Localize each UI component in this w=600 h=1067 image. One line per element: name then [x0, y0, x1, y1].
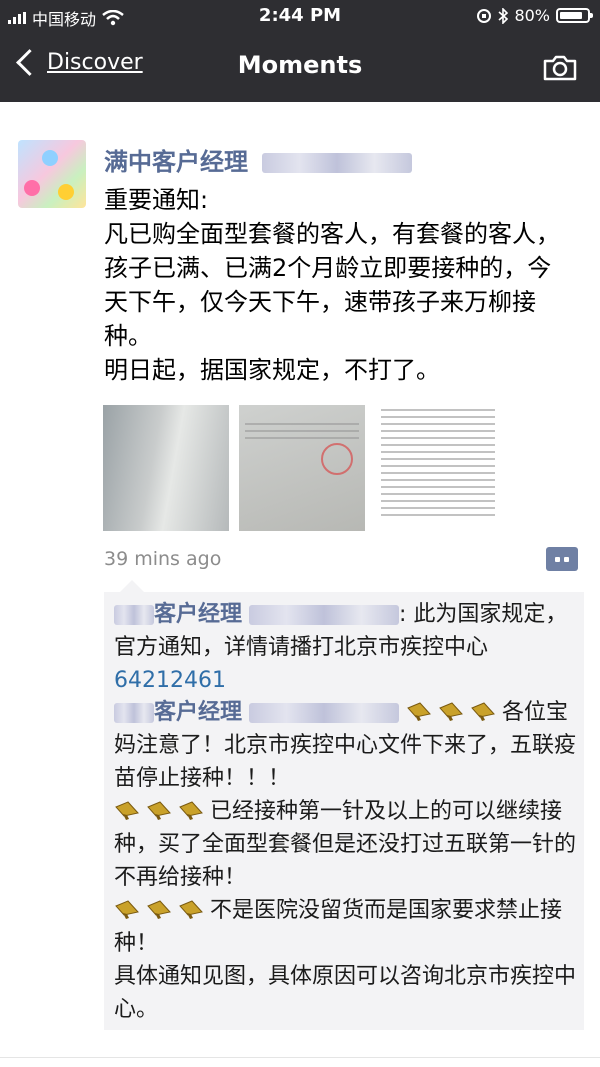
megaphone-icon: [115, 801, 139, 820]
avatar-decoration: [24, 180, 40, 196]
phone-link[interactable]: 64212461: [114, 668, 226, 693]
redacted-name: [249, 703, 400, 723]
rotation-lock-icon: [477, 8, 492, 23]
divider: [0, 1057, 600, 1058]
megaphone-icon: [115, 900, 139, 919]
photo-1[interactable]: [103, 405, 229, 531]
comment-author[interactable]: 客户经理: [154, 602, 242, 627]
page-title: Moments: [237, 51, 363, 79]
photo-3[interactable]: [375, 405, 501, 531]
redacted-name: [249, 605, 400, 625]
megaphone-icon: [179, 801, 203, 820]
camera-icon[interactable]: [542, 54, 578, 82]
status-bar: 中国移动 2:44 PM 80%: [0, 0, 600, 34]
status-right: 80%: [476, 6, 593, 25]
document-lines: [381, 409, 495, 521]
redacted-name: [114, 703, 154, 723]
battery-percent: 80%: [514, 6, 550, 25]
megaphone-icon: [147, 900, 171, 919]
bluetooth-icon: [498, 7, 509, 24]
avatar-decoration: [58, 184, 74, 200]
comment-item: 客户经理 : 此为国家规定，官方通知，详情请播打北京市疾控中心64212461: [114, 598, 576, 697]
photo-grid: [103, 405, 501, 531]
comments-section: 客户经理 : 此为国家规定，官方通知，详情请播打北京市疾控中心64212461 …: [104, 580, 584, 1030]
battery-icon: [556, 8, 593, 23]
post-text: 重要通知: 凡已购全面型套餐的客人，有套餐的客人，孩子已满、已满2个月龄立即要接…: [104, 186, 560, 384]
comment-item: 客户经理 各位宝妈注意了！北京市疾控中心文件下来了，五联疫苗停止接种！！！ 已经…: [114, 696, 576, 1026]
avatar-decoration: [42, 150, 58, 166]
megaphone-icon: [439, 702, 463, 721]
photo-2[interactable]: [239, 405, 365, 531]
megaphone-icon: [471, 702, 495, 721]
document-lines: [245, 423, 359, 444]
comment-button[interactable]: [546, 547, 578, 571]
megaphone-icon: [407, 702, 431, 721]
avatar[interactable]: [18, 140, 86, 208]
megaphone-icon: [179, 900, 203, 919]
megaphone-icon: [147, 801, 171, 820]
author-name[interactable]: 满中客户经理: [104, 142, 413, 177]
redacted-name: [262, 153, 413, 173]
post-timestamp: 39 mins ago: [104, 548, 222, 570]
stamp-mark: [321, 443, 353, 475]
redacted-name: [114, 605, 154, 625]
navigation-bar: Discover Moments: [0, 34, 600, 102]
comment-author[interactable]: 客户经理: [154, 700, 242, 725]
comment-text: 具体通知见图，具体原因可以咨询北京市疾控中心。: [114, 964, 577, 1022]
